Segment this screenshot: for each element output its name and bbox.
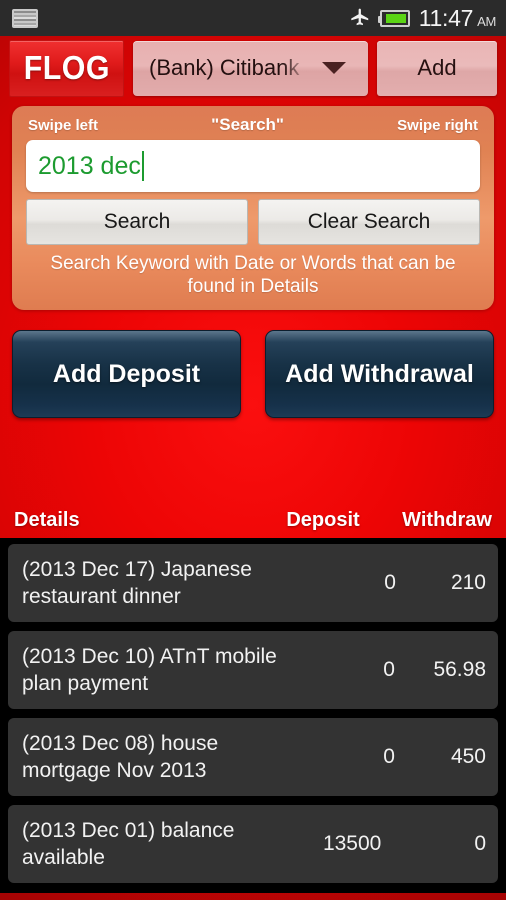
row-deposit: 0 — [383, 745, 395, 769]
table-row[interactable]: (2013 Dec 10) ATnT mobile plan payment 0… — [8, 631, 498, 710]
row-detail: (2013 Dec 08) house mortgage Nov 2013 — [22, 732, 219, 783]
row-deposit: 0 — [383, 658, 395, 682]
row-withdraw: 450 — [450, 745, 486, 769]
account-dropdown[interactable]: (Bank) Citibank S — [133, 40, 368, 96]
text-cursor — [141, 151, 144, 181]
clock-ampm: AM — [477, 13, 496, 29]
column-header-deposit: Deposit — [286, 509, 360, 532]
row-deposit: 13500 — [322, 832, 382, 856]
account-dropdown-value: (Bank) Citibank S — [149, 55, 312, 80]
search-button[interactable]: Search — [26, 199, 248, 245]
clock-time: 11:47 — [418, 4, 474, 31]
row-detail: (2013 Dec 01) balance available — [22, 819, 235, 870]
search-button-row: Search Clear Search — [26, 199, 480, 245]
table-row[interactable]: (2013 Dec 01) balance available 13500 0 — [8, 805, 498, 884]
action-button-row: Add Deposit Add Withdrawal — [12, 330, 494, 419]
search-hint-text: Search Keyword with Date or Words that c… — [50, 253, 456, 298]
search-panel-title: "Search" — [211, 115, 284, 134]
clear-search-button[interactable]: Clear Search — [258, 199, 480, 245]
add-account-button[interactable]: Add — [377, 40, 497, 96]
app-bar: FLOG (Bank) Citibank S Add — [0, 36, 506, 100]
search-input[interactable]: 2013 dec — [26, 140, 480, 192]
row-detail: (2013 Dec 10) ATnT mobile plan payment — [22, 645, 277, 696]
airplane-mode-icon — [351, 8, 368, 26]
transaction-list[interactable]: (2013 Dec 17) Japanese restaurant dinner… — [0, 538, 506, 894]
status-bar-right: 11:47 AM — [349, 5, 496, 32]
chevron-down-icon — [322, 62, 346, 74]
status-bar-clock: 11:47 AM — [418, 4, 497, 32]
list-column-headers: Details Deposit Withdraw — [0, 500, 506, 538]
search-panel-labels: Swipe left "Search" Swipe right — [26, 114, 480, 140]
swipe-right-label: Swipe right — [397, 116, 478, 134]
table-row[interactable]: (2013 Dec 17) Japanese restaurant dinner… — [8, 544, 498, 623]
image-icon — [12, 8, 38, 28]
column-header-withdraw: Withdraw — [402, 509, 492, 532]
status-bar-left — [12, 8, 38, 28]
add-deposit-button[interactable]: Add Deposit — [12, 330, 241, 419]
row-withdraw: 0 — [474, 832, 486, 856]
row-withdraw: 56.98 — [433, 658, 487, 682]
row-deposit: 0 — [384, 571, 396, 595]
app-logo: FLOG — [9, 39, 124, 97]
swipe-left-label: Swipe left — [28, 116, 99, 134]
battery-icon — [377, 9, 410, 27]
status-bar: 11:47 AM — [0, 0, 506, 36]
row-detail: (2013 Dec 17) Japanese restaurant dinner — [22, 558, 252, 609]
app-logo-text: FLOG — [23, 49, 110, 86]
column-header-details: Details — [14, 509, 80, 532]
app-screen: 11:47 AM FLOG (Bank) Citibank S Add Swip… — [0, 0, 506, 900]
table-row[interactable]: (2013 Dec 08) house mortgage Nov 2013 0 … — [8, 718, 498, 797]
row-withdraw: 210 — [450, 571, 486, 595]
search-input-value: 2013 dec — [38, 151, 141, 180]
add-withdrawal-button[interactable]: Add Withdrawal — [265, 330, 494, 419]
search-panel: Swipe left "Search" Swipe right 2013 dec… — [12, 106, 494, 311]
